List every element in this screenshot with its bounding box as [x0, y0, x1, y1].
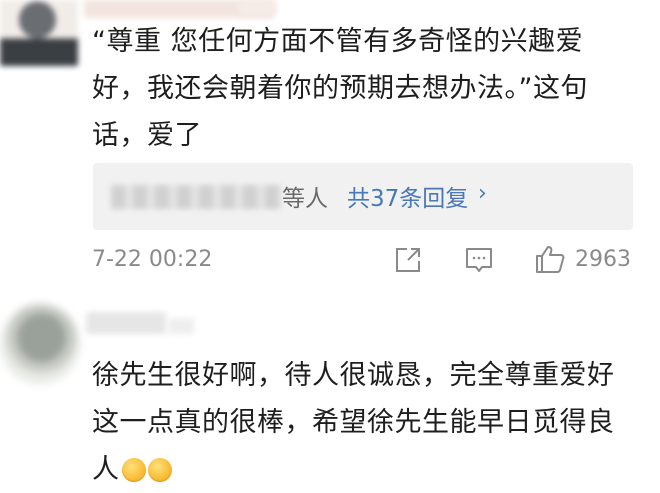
smile-emoji-icon [147, 458, 172, 482]
comment-icon[interactable] [464, 246, 494, 274]
chevron-right-icon[interactable]: › [478, 181, 487, 206]
comment-timestamp: 7-22 00:22 [92, 247, 213, 272]
share-icon[interactable] [394, 246, 422, 274]
username-blurred[interactable] [86, 312, 166, 334]
thumbs-up-icon[interactable] [534, 244, 566, 274]
reply-users-suffix: 等人 [282, 186, 328, 212]
comment-text: “尊重 您任何方面不管有多奇怪的兴趣爱 好，我还会朝着你的预期去想办法。”这句 … [92, 26, 588, 151]
avatar[interactable] [0, 304, 80, 384]
avatar[interactable] [0, 0, 78, 66]
comment-text-2: 徐先生很好啊，待人很诚恳，完全尊重爱好 这一点真的很棒，希望徐先生能早日觅得良 … [92, 352, 652, 493]
user-badge-blurred [238, 0, 276, 16]
like-count: 2963 [575, 247, 631, 272]
reply-usernames-blurred [111, 185, 281, 209]
smile-emoji-icon [121, 458, 146, 482]
user-badge-blurred [168, 318, 194, 334]
view-replies-link[interactable]: 共37条回复 [347, 179, 468, 213]
replies-box[interactable]: 等人 共37条回复 › [93, 163, 633, 230]
